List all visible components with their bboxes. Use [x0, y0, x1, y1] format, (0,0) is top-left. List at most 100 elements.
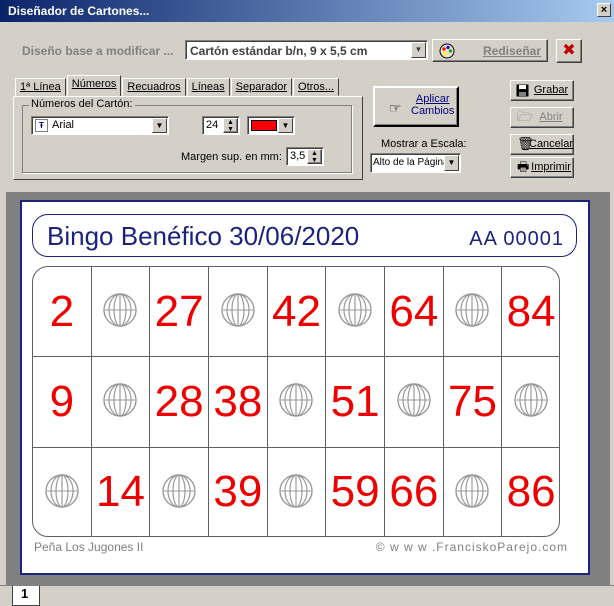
tab-first-line[interactable]: 1ª Línea — [15, 78, 66, 96]
tab-strip: 1ª Línea Números Recuadros Líneas Separa… — [15, 75, 340, 97]
designer-window: Diseñador de Cartones... × Diseño base a… — [0, 0, 614, 606]
bingo-number: 39 — [213, 467, 263, 517]
save-label: Grabar — [533, 84, 569, 96]
sheet-tab-bar: 1 — [0, 585, 614, 606]
bingo-number: 75 — [448, 376, 497, 426]
grid-cell — [385, 357, 444, 448]
trash-icon: 🗑 — [517, 136, 534, 151]
open-button[interactable]: 🗁 Abrir — [510, 107, 574, 128]
cancel-label: Cancelar — [529, 138, 574, 150]
grid-cell: 59 — [326, 447, 385, 536]
chevron-down-icon[interactable]: ▼ — [278, 118, 293, 133]
bingo-ball-icon — [453, 472, 491, 513]
grid-cell — [91, 357, 151, 448]
grid-cell: 39 — [209, 447, 268, 536]
scale-select[interactable]: Alto de la Página ▼ — [370, 153, 461, 173]
base-design-select[interactable]: Cartón estándar b/n, 9 x 5,5 cm ▼ — [185, 40, 428, 60]
grid-cell — [91, 267, 151, 358]
tab-numbers[interactable]: Números — [66, 75, 122, 96]
tab-others[interactable]: Otros... — [293, 78, 340, 96]
grid-cell: 42 — [267, 267, 327, 358]
redesign-button[interactable]: Rediseñar — [432, 39, 548, 62]
grid-cell — [502, 357, 559, 448]
margin-spinner[interactable]: 3,5 ▲ ▼ — [286, 147, 324, 166]
bingo-ball-icon — [160, 472, 198, 513]
bingo-ball-icon — [101, 381, 139, 422]
bingo-ball-icon — [512, 381, 550, 422]
grid-cell: 27 — [150, 267, 209, 358]
save-icon — [516, 84, 529, 97]
bingo-ball-icon — [395, 381, 433, 422]
grid-cell: 86 — [502, 448, 559, 536]
base-design-value: Cartón estándar b/n, 9 x 5,5 cm — [190, 44, 368, 58]
close-designer-icon[interactable]: ✖ — [556, 39, 582, 63]
grid-cell: 64 — [385, 267, 444, 358]
card-footer-right: © w w w .FranciskoParejo.com — [375, 540, 568, 554]
grid-cell — [268, 447, 327, 536]
sheet-tab-1[interactable]: 1 — [12, 586, 40, 606]
bingo-number: 27 — [154, 286, 204, 336]
tab-separator[interactable]: Separador — [230, 78, 293, 96]
font-select[interactable]: Ŧ Arial ▼ — [31, 116, 169, 135]
apply-line2: Cambios — [411, 105, 455, 117]
grid-cell: 84 — [502, 267, 559, 358]
close-icon[interactable]: × — [597, 3, 611, 17]
number-grid: 2 27 42 64 84 9 28 38 51 75 14 39 59 66 86 — [32, 266, 560, 537]
bingo-ball-icon — [336, 291, 374, 332]
print-button[interactable]: 🖶 Imprimir — [510, 157, 574, 178]
grid-cell: 51 — [326, 357, 385, 448]
open-icon: 🗁 — [517, 109, 534, 124]
card-footer-left: Peña Los Jugones II — [34, 540, 144, 554]
tab-boxes[interactable]: Recuadros — [122, 78, 186, 96]
margin-value: 3,5 — [290, 150, 306, 162]
grid-cell — [150, 447, 209, 536]
chevron-down-icon[interactable]: ▼ — [411, 42, 426, 58]
chevron-down-icon[interactable]: ▼ — [152, 118, 167, 133]
grid-cell: 14 — [92, 447, 151, 536]
print-label: Imprimir — [531, 161, 571, 173]
spin-arrows-icon[interactable]: ▲ ▼ — [307, 149, 322, 164]
grid-cell: 38 — [209, 357, 268, 448]
window-title: Diseñador de Cartones... — [8, 4, 150, 18]
grid-cell — [444, 447, 503, 536]
grid-cell — [326, 267, 385, 358]
printer-icon: 🖶 — [517, 159, 530, 174]
bingo-number: 84 — [506, 286, 556, 336]
bingo-ball-icon — [43, 472, 81, 513]
color-picker[interactable]: ▼ — [247, 116, 295, 135]
save-button[interactable]: Grabar — [510, 80, 574, 101]
title-bar: Diseñador de Cartones... × — [0, 0, 614, 22]
bingo-number: 14 — [96, 467, 145, 517]
tab-lines[interactable]: Líneas — [186, 78, 230, 96]
chevron-down-icon[interactable]: ▼ — [444, 155, 459, 171]
bingo-ball-icon — [277, 472, 315, 513]
grid-cell: 66 — [385, 447, 444, 536]
grid-cell: 9 — [33, 357, 92, 448]
bingo-ball-icon — [453, 291, 491, 332]
apply-changes-button[interactable]: ☞ Aplicar Cambios — [373, 86, 459, 127]
bingo-number: 38 — [213, 376, 263, 426]
bingo-card: Bingo Benéfico 30/06/2020 AA 00001 2 27 42… — [20, 200, 590, 575]
bingo-number: 28 — [154, 376, 204, 426]
grid-cell: 2 — [33, 267, 92, 358]
numbers-group: Números del Cartón: Ŧ Arial ▼ 24 ▲ ▼ ▼ Ma… — [22, 98, 352, 173]
size-spinner[interactable]: 24 ▲ ▼ — [202, 116, 240, 135]
grid-cell — [209, 267, 268, 358]
preview-canvas: Bingo Benéfico 30/06/2020 AA 00001 2 27 42… — [6, 192, 610, 585]
cancel-button[interactable]: 🗑 Cancelar — [510, 134, 574, 155]
grid-cell — [33, 447, 92, 536]
grid-cell: 75 — [443, 357, 503, 448]
open-label: Abrir — [539, 111, 563, 123]
card-title-box: Bingo Benéfico 30/06/2020 AA 00001 — [32, 214, 577, 257]
bingo-number: 2 — [49, 286, 75, 336]
bingo-number: 59 — [330, 467, 380, 517]
spin-arrows-icon[interactable]: ▲ ▼ — [223, 118, 238, 133]
grid-cell — [267, 357, 327, 448]
bingo-number: 9 — [49, 376, 75, 426]
apply-line1: Aplicar — [415, 93, 450, 105]
grid-cell — [443, 267, 503, 358]
bingo-ball-icon — [277, 381, 315, 422]
bingo-number: 42 — [272, 286, 321, 336]
base-design-label: Diseño base a modificar ... — [22, 44, 174, 58]
bingo-ball-icon — [219, 291, 257, 332]
